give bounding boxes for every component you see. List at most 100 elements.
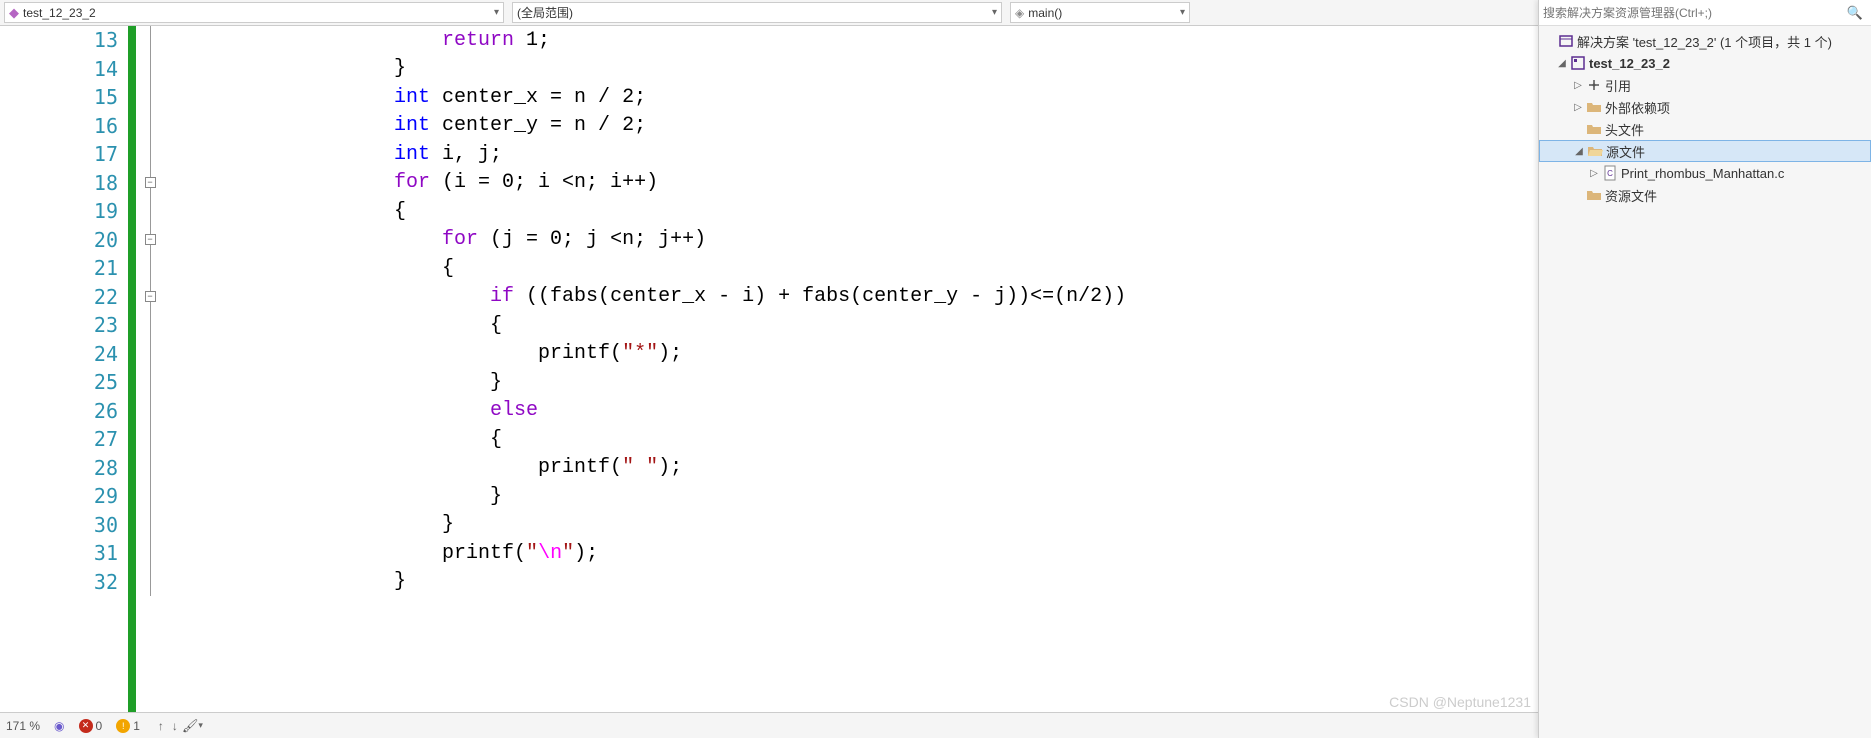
fold-cell [140, 511, 160, 540]
project-icon [1569, 55, 1587, 71]
solution-icon [1557, 33, 1575, 49]
fold-cell [140, 26, 160, 55]
chevron-down-icon: ▾ [1180, 7, 1185, 18]
line-number: 24 [0, 340, 128, 369]
file-icon: ◆ [9, 5, 19, 21]
error-count[interactable]: ✕0 [79, 719, 103, 733]
code-line[interactable]: } [298, 55, 1126, 84]
code-editor[interactable]: 1314151617181920212223242526272829303132… [0, 26, 1538, 712]
file-dropdown[interactable]: ◆ test_12_23_2 ▾ [4, 2, 504, 23]
fold-cell [140, 368, 160, 397]
line-number: 17 [0, 140, 128, 169]
line-number: 19 [0, 197, 128, 226]
scope-dropdown-label: (全局范围) [517, 4, 573, 21]
external-deps-node[interactable]: ▷ 外部依赖项 [1539, 96, 1871, 118]
references-node[interactable]: ▷ 引用 [1539, 74, 1871, 96]
fold-cell: − [140, 226, 160, 255]
solution-tree: 解决方案 'test_12_23_2' (1 个项目，共 1 个) ◢ test… [1539, 26, 1871, 210]
resources-node[interactable]: 资源文件 [1539, 184, 1871, 206]
source-file-node[interactable]: ▷ C Print_rhombus_Manhattan.c [1539, 162, 1871, 184]
change-indicator-bar [128, 26, 136, 712]
info-icon[interactable]: ◉ [54, 719, 64, 733]
code-line[interactable]: return 1; [298, 26, 1126, 55]
c-file-icon: C [1601, 165, 1619, 181]
code-line[interactable]: if ((fabs(center_x - i) + fabs(center_y … [298, 283, 1126, 312]
code-line[interactable]: } [298, 568, 1126, 597]
fold-cell [140, 83, 160, 112]
nav-down-icon[interactable]: ↓ [172, 719, 178, 733]
fold-cell: − [140, 283, 160, 312]
zoom-level[interactable]: 171 % [6, 719, 40, 733]
svg-text:C: C [1607, 169, 1613, 178]
solution-search-input[interactable] [1543, 6, 1843, 20]
fold-cell [140, 425, 160, 454]
solution-search-row: 🔍 [1539, 0, 1871, 26]
fold-cell [140, 55, 160, 84]
resources-label: 资源文件 [1605, 186, 1657, 205]
fold-cell [140, 568, 160, 597]
folder-open-icon [1586, 143, 1604, 159]
code-line[interactable]: { [298, 311, 1126, 340]
code-line[interactable]: else [298, 397, 1126, 426]
code-line[interactable]: { [298, 254, 1126, 283]
collapse-icon[interactable]: ◢ [1555, 58, 1569, 69]
collapse-icon[interactable]: ◢ [1572, 146, 1586, 157]
error-icon: ✕ [79, 719, 93, 733]
file-dropdown-label: test_12_23_2 [23, 6, 96, 20]
code-content[interactable]: return 1; } int center_x = n / 2; int ce… [298, 26, 1126, 712]
code-line[interactable]: int i, j; [298, 140, 1126, 169]
line-number: 31 [0, 539, 128, 568]
fold-cell [140, 454, 160, 483]
code-line[interactable]: } [298, 482, 1126, 511]
fold-cell [140, 140, 160, 169]
project-node[interactable]: ◢ test_12_23_2 [1539, 52, 1871, 74]
fold-cell [140, 197, 160, 226]
fold-cell [140, 397, 160, 426]
headers-label: 头文件 [1605, 120, 1644, 139]
nav-up-icon[interactable]: ↑ [158, 719, 164, 733]
line-number: 23 [0, 311, 128, 340]
fold-toggle[interactable]: − [145, 234, 156, 245]
function-dropdown[interactable]: ◈ main() ▾ [1010, 2, 1190, 23]
code-line[interactable]: printf(" "); [298, 454, 1126, 483]
warning-icon: ! [116, 719, 130, 733]
fold-toggle[interactable]: − [145, 177, 156, 188]
solution-node[interactable]: 解决方案 'test_12_23_2' (1 个项目，共 1 个) [1539, 30, 1871, 52]
chevron-down-icon: ▾ [494, 7, 499, 18]
fold-cell [140, 482, 160, 511]
headers-node[interactable]: 头文件 [1539, 118, 1871, 140]
line-number: 27 [0, 425, 128, 454]
code-line[interactable]: printf("\n"); [298, 539, 1126, 568]
fold-toggle[interactable]: − [145, 291, 156, 302]
code-line[interactable]: } [298, 368, 1126, 397]
code-line[interactable]: for (j = 0; j <n; j++) [298, 226, 1126, 255]
code-line[interactable]: for (i = 0; i <n; i++) [298, 169, 1126, 198]
folder-icon [1585, 187, 1603, 203]
code-line[interactable]: int center_x = n / 2; [298, 83, 1126, 112]
references-label: 引用 [1605, 76, 1631, 95]
line-number: 15 [0, 83, 128, 112]
references-icon [1585, 77, 1603, 93]
code-line[interactable]: { [298, 197, 1126, 226]
code-line[interactable]: printf("*"); [298, 340, 1126, 369]
fold-cell [140, 112, 160, 141]
line-number: 21 [0, 254, 128, 283]
search-icon[interactable]: 🔍 [1843, 5, 1867, 21]
expand-icon[interactable]: ▷ [1571, 102, 1585, 113]
brush-icon[interactable]: 🖌▾ [182, 718, 203, 734]
expand-icon[interactable]: ▷ [1587, 168, 1601, 179]
line-number: 26 [0, 397, 128, 426]
warning-count[interactable]: !1 [116, 719, 140, 733]
code-line[interactable]: { [298, 425, 1126, 454]
fold-cell [140, 539, 160, 568]
line-number: 30 [0, 511, 128, 540]
code-line[interactable]: int center_y = n / 2; [298, 112, 1126, 141]
line-number: 28 [0, 454, 128, 483]
line-number: 20 [0, 226, 128, 255]
line-number: 18 [0, 169, 128, 198]
expand-icon[interactable]: ▷ [1571, 80, 1585, 91]
code-line[interactable]: } [298, 511, 1126, 540]
sources-node[interactable]: ◢ 源文件 [1539, 140, 1871, 162]
source-file-label: Print_rhombus_Manhattan.c [1621, 166, 1784, 181]
scope-dropdown[interactable]: (全局范围) ▾ [512, 2, 1002, 23]
